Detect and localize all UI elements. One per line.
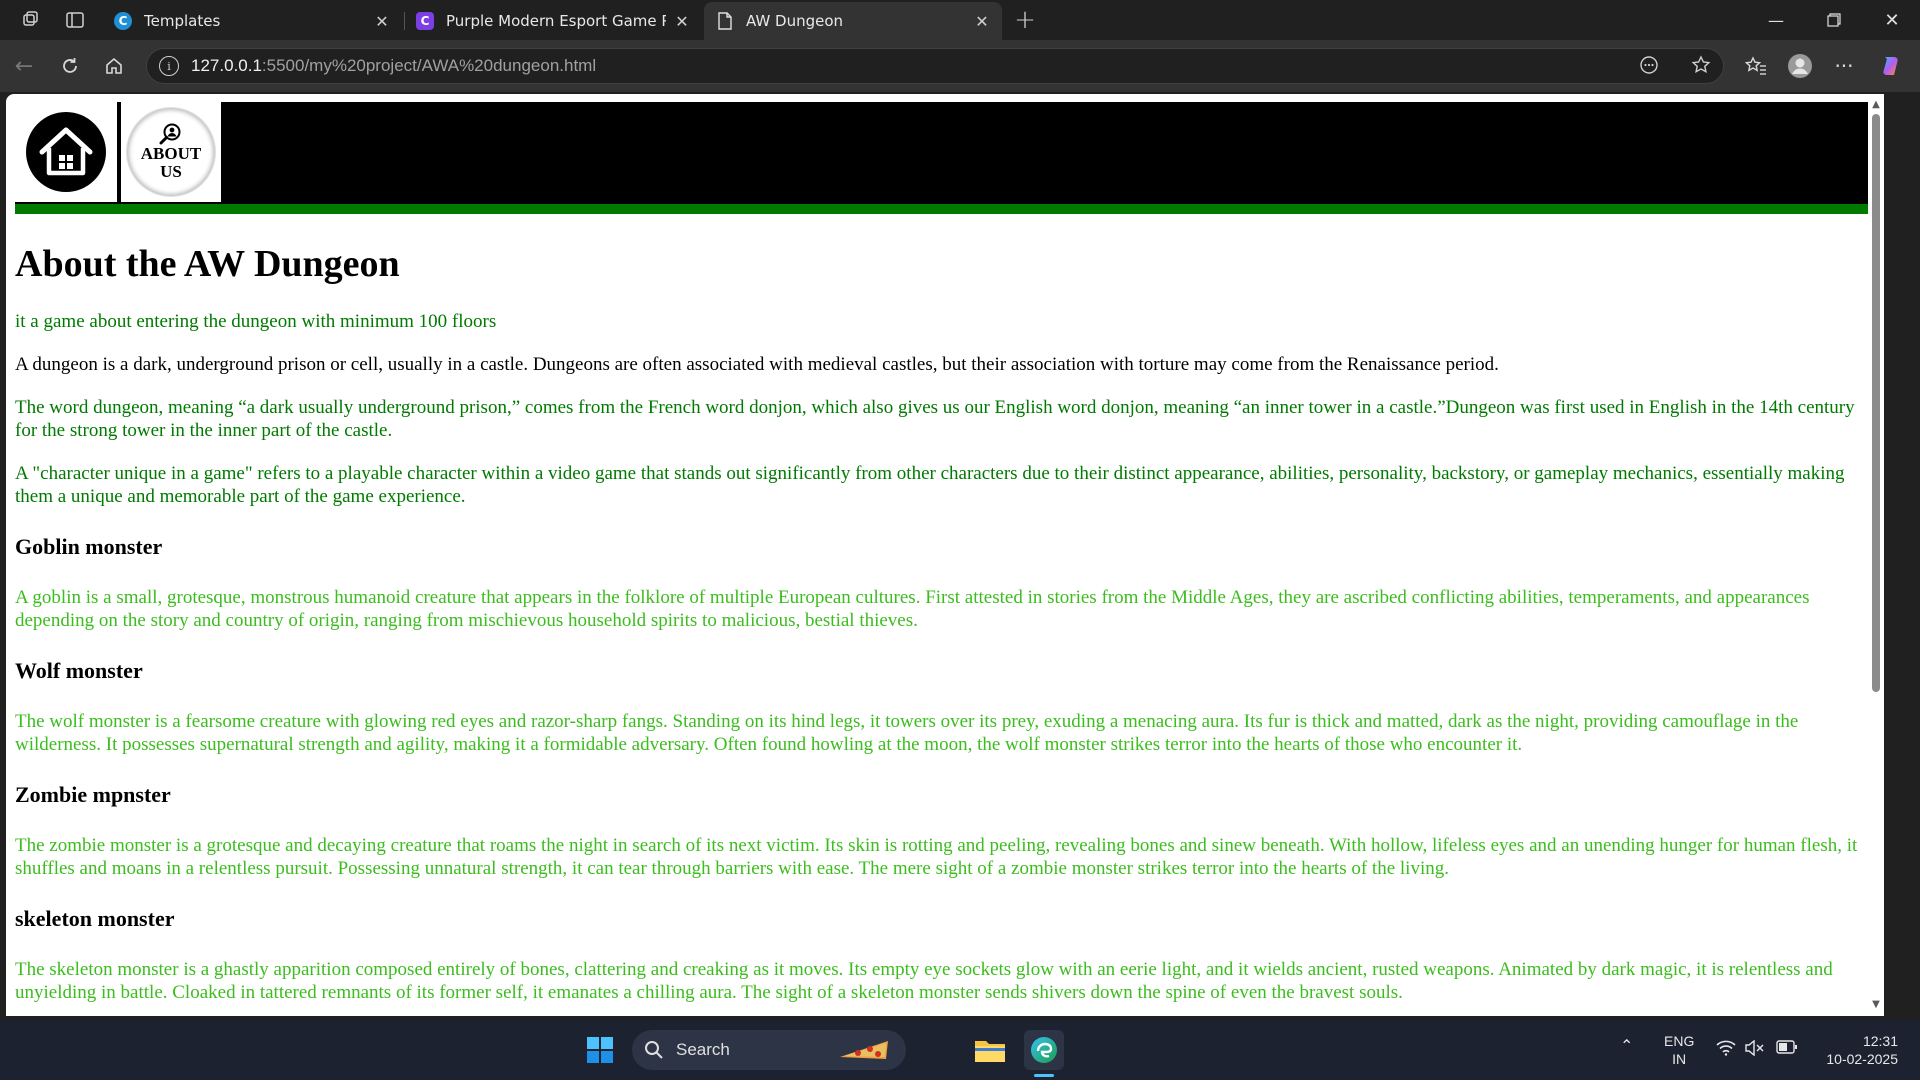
page-title: About the AW Dungeon bbox=[15, 243, 400, 285]
tab-actions-icon[interactable] bbox=[62, 8, 88, 32]
scroll-thumb[interactable] bbox=[1872, 114, 1880, 692]
tab-title: Purple Modern Esport Game Pres bbox=[446, 12, 666, 30]
section-heading-skeleton: skeleton monster bbox=[15, 906, 175, 931]
new-tab-icon[interactable]: + bbox=[1012, 5, 1038, 35]
clock-date: 10-02-2025 bbox=[1826, 1051, 1898, 1067]
canva-doc-icon: C bbox=[416, 12, 434, 30]
intro-paragraph: it a game about entering the dungeon wit… bbox=[15, 311, 497, 332]
close-icon[interactable]: ✕ bbox=[674, 12, 690, 31]
favorite-star-icon[interactable] bbox=[1688, 52, 1714, 78]
show-hidden-icons-icon[interactable]: ⌃ bbox=[1620, 1038, 1633, 1056]
active-app-indicator bbox=[1034, 1074, 1054, 1077]
volume-muted-icon[interactable] bbox=[1744, 1039, 1764, 1060]
back-icon[interactable]: ← bbox=[10, 52, 38, 80]
section-text-goblin: A goblin is a small, grotesque, monstrou… bbox=[15, 587, 1810, 631]
more-options-icon[interactable]: ··· bbox=[1830, 52, 1858, 80]
clock-time: 12:31 bbox=[1862, 1033, 1898, 1049]
house-icon bbox=[26, 112, 106, 192]
file-explorer-icon[interactable] bbox=[970, 1030, 1010, 1070]
favorites-icon[interactable] bbox=[1742, 52, 1770, 80]
dungeon-etymology-paragraph: The word dungeon, meaning “a dark usuall… bbox=[15, 397, 1855, 441]
address-bar[interactable]: i 127.0.0.1:5500/my%20project/AWA%20dung… bbox=[146, 48, 1724, 84]
battery-icon[interactable] bbox=[1776, 1040, 1798, 1058]
section-text-wolf: The wolf monster is a fearsome creature … bbox=[15, 711, 1799, 755]
minimize-icon[interactable]: — bbox=[1748, 0, 1804, 40]
tab-aw-dungeon[interactable]: AW Dungeon ✕ bbox=[704, 2, 1002, 40]
dungeon-definition-paragraph: A dungeon is a dark, underground prison … bbox=[15, 354, 1499, 375]
language-code: ENG bbox=[1664, 1033, 1695, 1049]
close-window-icon[interactable]: ✕ bbox=[1864, 0, 1920, 40]
close-icon[interactable]: ✕ bbox=[374, 12, 390, 31]
pizza-doodle-icon bbox=[838, 1037, 894, 1063]
url-text: 127.0.0.1:5500/my%20project/AWA%20dungeo… bbox=[191, 56, 597, 75]
section-heading-goblin: Goblin monster bbox=[15, 534, 163, 559]
page-viewport: ABOUT US About the AW Dungeon it a game … bbox=[6, 94, 1884, 1016]
page-icon bbox=[716, 12, 734, 30]
language-indicator[interactable]: ENG IN bbox=[1664, 1032, 1694, 1068]
tab-esport-presentation[interactable]: C Purple Modern Esport Game Pres ✕ bbox=[404, 2, 702, 40]
site-info-icon[interactable]: i bbox=[159, 56, 179, 76]
windows-taskbar: Search ⌃ ENG IN 12:31 10-02-2025 bbox=[0, 1020, 1920, 1080]
tab-title: AW Dungeon bbox=[746, 12, 844, 30]
canva-icon: C bbox=[114, 12, 132, 30]
taskbar-search-box[interactable]: Search bbox=[632, 1030, 906, 1070]
wifi-icon[interactable] bbox=[1716, 1040, 1736, 1060]
about-label-line2: US bbox=[160, 162, 182, 181]
tab-templates[interactable]: C Templates ✕ bbox=[102, 2, 402, 40]
search-person-icon bbox=[159, 123, 181, 145]
browser-tab-strip: C Templates ✕ C Purple Modern Esport Gam… bbox=[0, 0, 1920, 40]
scroll-down-icon[interactable]: ▼ bbox=[1870, 998, 1882, 1010]
search-icon bbox=[644, 1040, 664, 1060]
home-icon[interactable] bbox=[100, 52, 128, 80]
refresh-icon[interactable] bbox=[56, 52, 84, 80]
edge-taskbar-icon[interactable] bbox=[1024, 1030, 1064, 1070]
copilot-icon[interactable] bbox=[1878, 52, 1906, 80]
tab-title: Templates bbox=[144, 12, 221, 30]
restore-icon[interactable] bbox=[1806, 0, 1862, 40]
about-us-badge: ABOUT US bbox=[127, 108, 215, 196]
reader-mode-icon[interactable] bbox=[1636, 52, 1662, 78]
clock[interactable]: 12:31 10-02-2025 bbox=[1818, 1032, 1898, 1068]
workspaces-icon[interactable] bbox=[18, 8, 44, 32]
profile-avatar-icon[interactable] bbox=[1786, 52, 1814, 80]
section-heading-wolf: Wolf monster bbox=[15, 658, 143, 683]
site-nav-bar: ABOUT US bbox=[15, 102, 1875, 214]
search-label: Search bbox=[676, 1040, 730, 1059]
scroll-up-icon[interactable]: ▲ bbox=[1870, 98, 1882, 110]
home-nav-button[interactable] bbox=[15, 102, 117, 202]
unique-character-paragraph: A "character unique in a game" refers to… bbox=[15, 463, 1845, 507]
section-text-zombie: The zombie monster is a grotesque and de… bbox=[15, 835, 1858, 879]
about-us-nav-button[interactable]: ABOUT US bbox=[121, 102, 221, 202]
about-label-line1: ABOUT bbox=[140, 144, 202, 163]
region-code: IN bbox=[1672, 1051, 1687, 1067]
browser-toolbar: ← i 127.0.0.1:5500/my%20project/AWA%20du… bbox=[0, 40, 1920, 92]
windows-start-icon[interactable] bbox=[580, 1030, 620, 1070]
close-icon[interactable]: ✕ bbox=[974, 12, 990, 31]
section-text-skeleton: The skeleton monster is a ghastly appari… bbox=[15, 959, 1833, 1003]
page-content: ABOUT US About the AW Dungeon it a game … bbox=[6, 94, 1884, 1016]
section-heading-zombie: Zombie mpnster bbox=[15, 782, 171, 807]
vertical-scrollbar[interactable]: ▲ ▼ bbox=[1868, 94, 1884, 1016]
